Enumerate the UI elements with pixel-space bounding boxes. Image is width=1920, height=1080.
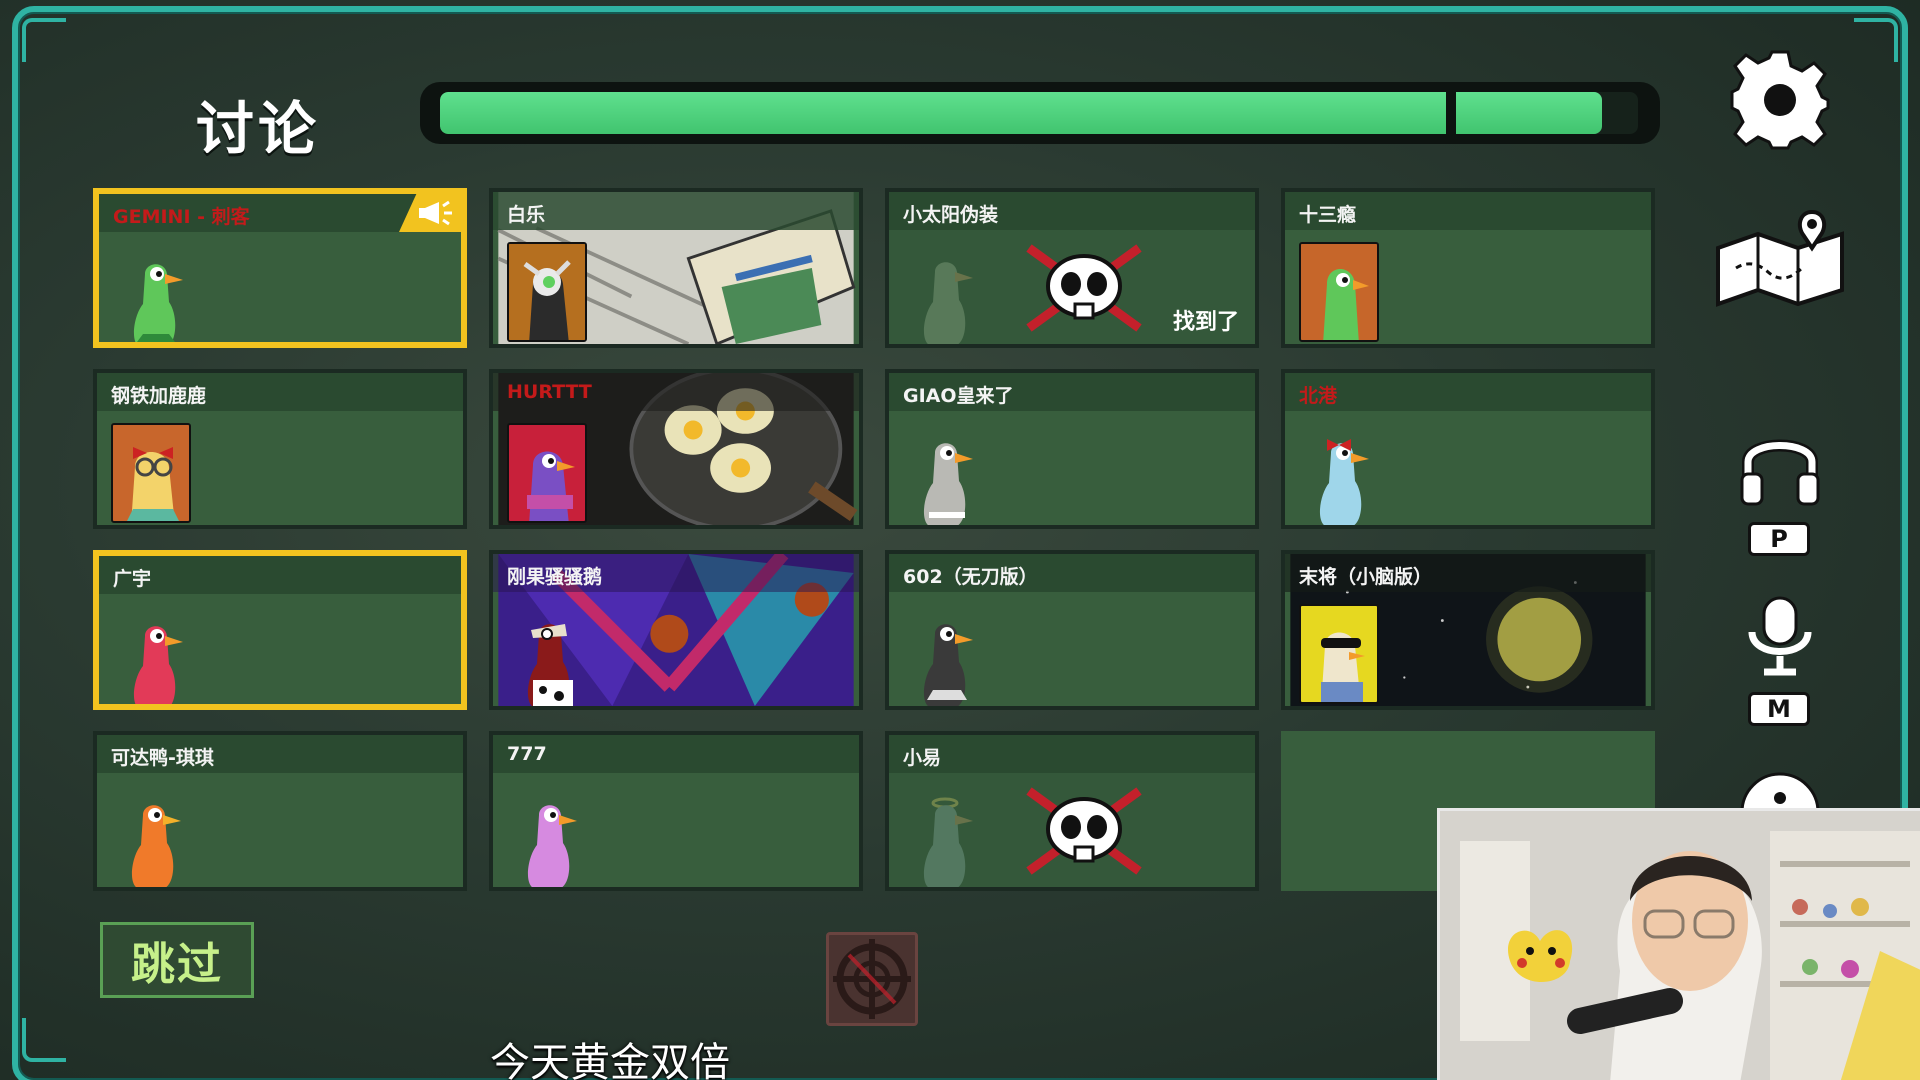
push-to-talk-key: P — [1748, 522, 1810, 556]
player-name: HURTTT — [507, 381, 592, 403]
player-name: 白乐 — [507, 204, 546, 226]
player-name: 小易 — [903, 747, 942, 769]
timer-divider — [1446, 92, 1457, 134]
game-scene: 讨论 GEMINI - 刺客 白乐 小太阳伪装 找到了 十三瘾 钢铁加鹿鹿 HU… — [0, 0, 1920, 1080]
player-card[interactable]: GIAO皇来了 — [885, 369, 1259, 529]
player-card[interactable]: 777 — [489, 731, 863, 891]
sunglasses-goose-portrait — [1299, 604, 1379, 704]
green-goose-avatar — [134, 264, 183, 342]
player-card[interactable]: 白乐 — [489, 188, 863, 348]
discussion-timer — [420, 82, 1660, 144]
timer-fill — [440, 92, 1603, 134]
player-name: 刚果骚骚鹅 — [507, 566, 603, 588]
player-name: GEMINI - 刺客 — [113, 206, 250, 228]
player-card[interactable]: 可达鸭-琪琪 — [93, 731, 467, 891]
player-card[interactable]: GEMINI - 刺客 — [93, 188, 467, 348]
red-goose-avatar — [134, 626, 183, 704]
dead-goose-avatar — [924, 797, 973, 887]
streamer-webcam — [1437, 808, 1920, 1080]
player-card[interactable]: 末将（小脑版） — [1281, 550, 1655, 710]
skull-eliminated-icon — [1026, 787, 1142, 875]
dead-goose-avatar — [924, 262, 973, 344]
info-icon[interactable] — [1740, 772, 1820, 812]
cow-goose-avatar — [528, 624, 573, 706]
dark-goose-avatar — [924, 624, 973, 706]
player-card[interactable]: 小易 — [885, 731, 1259, 891]
frame-corner — [22, 18, 66, 62]
mute-key: M — [1748, 692, 1810, 726]
skip-vote-button[interactable]: 跳过 — [100, 922, 254, 998]
map-icon[interactable] — [1712, 208, 1852, 312]
player-card[interactable]: HURTTT — [489, 369, 863, 529]
player-name: 北港 — [1299, 385, 1338, 407]
page-title: 讨论 — [196, 95, 321, 163]
grey-goose-avatar — [924, 443, 973, 525]
green-goose-portrait — [1299, 242, 1379, 342]
skull-eliminated-icon — [1026, 244, 1142, 332]
player-name: 末将（小脑版） — [1299, 566, 1433, 588]
lightblue-goose-avatar — [1320, 439, 1369, 525]
found-label: 找到了 — [1172, 310, 1239, 335]
player-card[interactable]: 小太阳伪装 找到了 — [885, 188, 1259, 348]
player-card[interactable]: 钢铁加鹿鹿 — [93, 369, 467, 529]
player-name: 777 — [507, 743, 547, 765]
headphones-icon[interactable] — [1738, 426, 1822, 506]
player-name: 可达鸭-琪琪 — [111, 747, 214, 769]
player-card[interactable]: 北港 — [1281, 369, 1655, 529]
frame-corner — [22, 1018, 66, 1062]
microphone-icon[interactable] — [1740, 596, 1820, 676]
player-card[interactable]: 广宇 — [93, 550, 467, 710]
frame-corner — [1854, 18, 1898, 62]
player-card[interactable]: 十三瘾 — [1281, 188, 1655, 348]
pink-goose-avatar — [528, 805, 577, 887]
player-name: 小太阳伪装 — [903, 204, 999, 226]
stream-subtitle: 今天黄金双倍 — [490, 1040, 730, 1080]
player-name: 钢铁加鹿鹿 — [111, 385, 207, 407]
crosshair-icon[interactable] — [826, 932, 918, 1026]
gear-icon[interactable] — [1728, 48, 1832, 152]
orange-goose-avatar — [132, 805, 181, 887]
robot-goose-portrait — [507, 242, 587, 342]
purple-goose-portrait — [507, 423, 587, 523]
player-card[interactable]: 602（无刀版） — [885, 550, 1259, 710]
yellow-goose-portrait — [111, 423, 191, 523]
player-card[interactable]: 刚果骚骚鹅 — [489, 550, 863, 710]
player-name: 广宇 — [113, 568, 152, 590]
player-name: 602（无刀版） — [903, 566, 1038, 588]
player-name: 十三瘾 — [1299, 204, 1357, 226]
player-name: GIAO皇来了 — [903, 385, 1014, 407]
